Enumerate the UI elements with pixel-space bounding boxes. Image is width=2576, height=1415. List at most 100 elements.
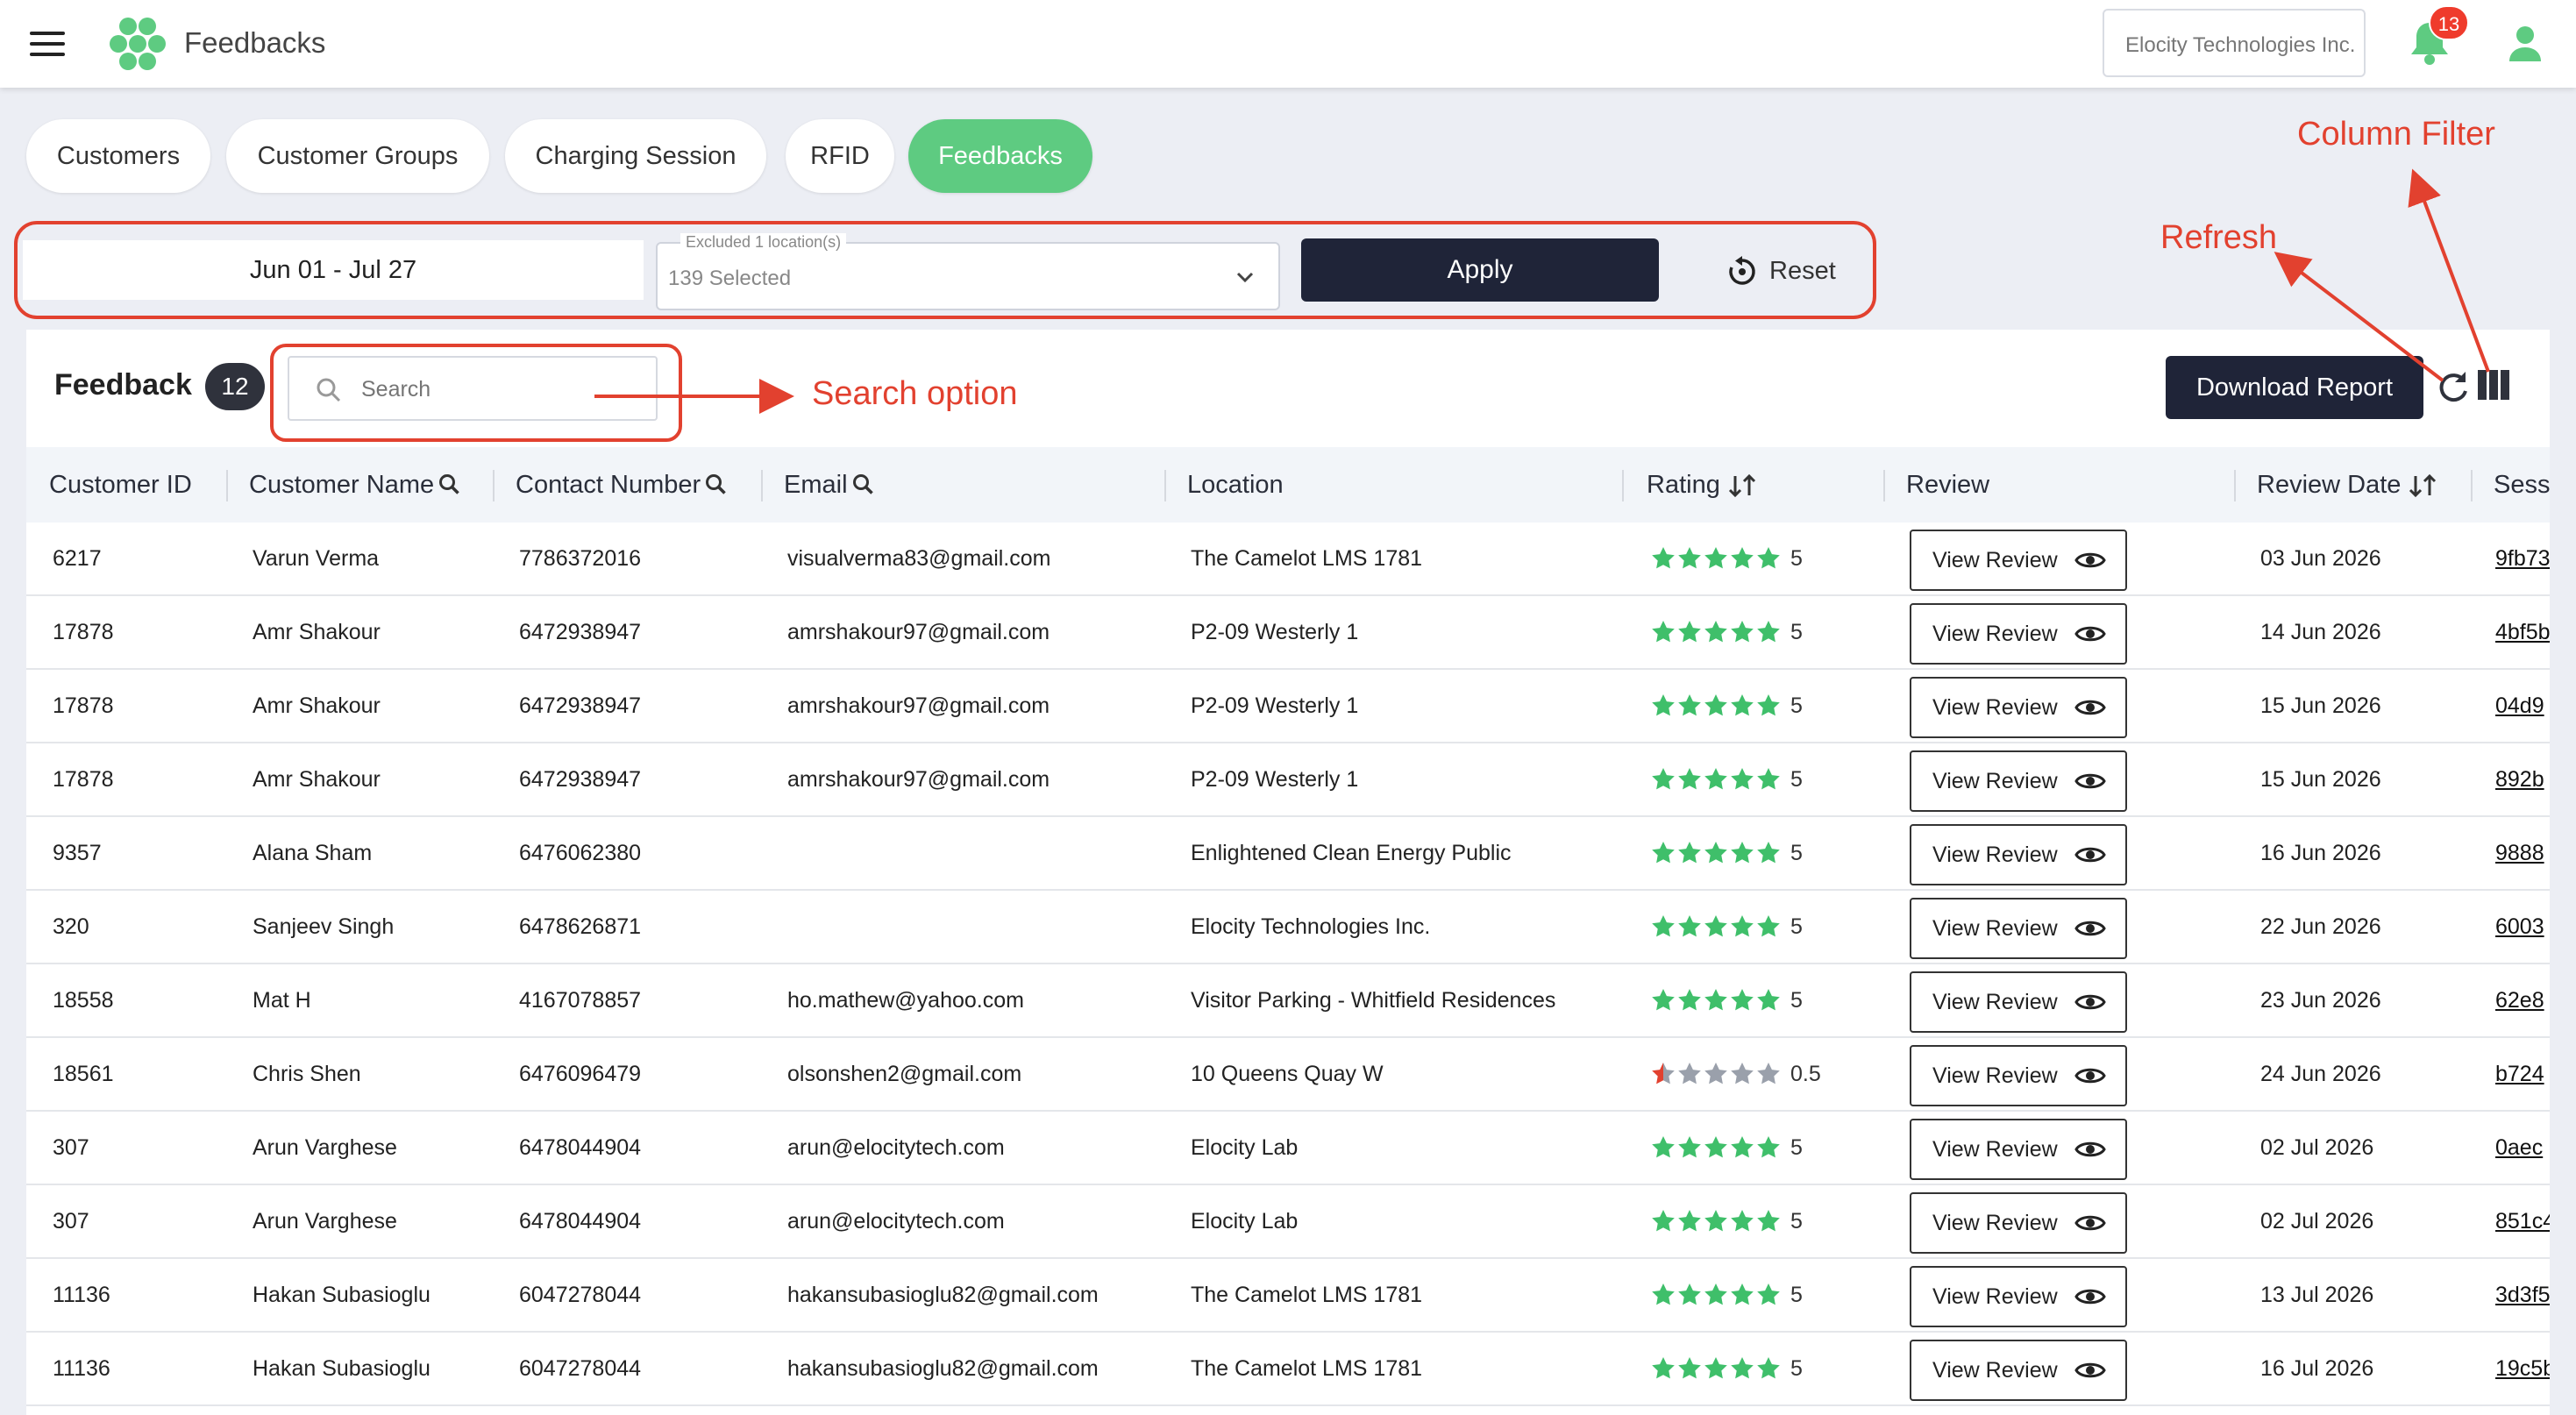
user-icon[interactable]	[2508, 25, 2543, 63]
tab-rfid[interactable]: RFID	[786, 119, 894, 193]
col-review-date[interactable]: Review Date	[2257, 447, 2437, 523]
star-icon	[1757, 989, 1780, 1011]
session-link[interactable]: 0aec	[2495, 1112, 2550, 1184]
search-icon[interactable]	[438, 473, 464, 499]
session-link[interactable]: 3d3f5	[2495, 1259, 2550, 1331]
eye-icon	[2074, 847, 2106, 863]
tab-feedbacks[interactable]: Feedbacks	[908, 119, 1092, 193]
star-icon	[1678, 1210, 1701, 1232]
sort-icon[interactable]	[2408, 473, 2437, 499]
star-icon	[1731, 915, 1754, 937]
cell-email: amrshakour97@gmail.com	[787, 620, 1050, 644]
sort-icon[interactable]	[1727, 473, 1757, 499]
view-review-button[interactable]: View Review	[1910, 1192, 2127, 1254]
download-report-button[interactable]: Download Report	[2166, 356, 2423, 419]
search-input[interactable]	[359, 370, 640, 409]
cell-customer-id: 17878	[53, 767, 114, 792]
tab-charging-session[interactable]: Charging Session	[505, 119, 766, 193]
view-review-button[interactable]: View Review	[1910, 603, 2127, 665]
session-link[interactable]: 9888	[2495, 817, 2550, 889]
rating-value: 5	[1790, 693, 1803, 718]
cell-contact-number: 6478626871	[519, 914, 642, 939]
search-icon[interactable]	[851, 473, 878, 499]
star-icon	[1652, 547, 1675, 569]
menu-icon[interactable]	[30, 32, 65, 56]
col-customer-id[interactable]: Customer ID	[49, 447, 192, 523]
session-link[interactable]: 19c5b	[2495, 1333, 2550, 1404]
view-review-button[interactable]: View Review	[1910, 898, 2127, 959]
star-icon	[1652, 768, 1675, 790]
session-link[interactable]: 04d9	[2495, 670, 2550, 742]
rating-stars	[1652, 768, 1780, 790]
view-review-button[interactable]: View Review	[1910, 1119, 2127, 1180]
cell-customer-id: 18558	[53, 988, 114, 1013]
col-customer-name[interactable]: Customer Name	[249, 447, 464, 523]
star-icon	[1757, 768, 1780, 790]
cell-customer-id: 6217	[53, 546, 102, 571]
cell-review-date: 02 Jul 2026	[2260, 1135, 2374, 1160]
view-review-button[interactable]: View Review	[1910, 971, 2127, 1033]
cell-location: Enlightened Clean Energy Public	[1191, 841, 1512, 865]
cell-contact-number: 6472938947	[519, 620, 642, 644]
star-icon	[1652, 1063, 1675, 1084]
view-review-button[interactable]: View Review	[1910, 1045, 2127, 1106]
feedback-count-badge: 12	[205, 363, 265, 410]
organization-select[interactable]: Elocity Technologies Inc.	[2103, 9, 2366, 77]
col-review[interactable]: Review	[1906, 447, 1989, 523]
view-review-button[interactable]: View Review	[1910, 750, 2127, 812]
cell-customer-id: 307	[53, 1209, 89, 1234]
cell-customer-name: Chris Shen	[253, 1062, 361, 1086]
session-link[interactable]: 9fb73	[2495, 523, 2550, 594]
col-session[interactable]: Sess	[2494, 447, 2550, 523]
cell-email: amrshakour97@gmail.com	[787, 693, 1050, 718]
search-icon[interactable]	[704, 473, 730, 499]
tab-customers[interactable]: Customers	[26, 119, 210, 193]
star-icon	[1731, 1210, 1754, 1232]
col-contact-number-label: Contact Number	[516, 471, 701, 499]
cell-location: P2-09 Westerly 1	[1191, 767, 1359, 792]
rating-value: 5	[1790, 546, 1803, 571]
session-link[interactable]: 4bf5b	[2495, 596, 2550, 668]
eye-icon	[2074, 700, 2106, 715]
view-review-button[interactable]: View Review	[1910, 1266, 2127, 1327]
eye-icon	[2074, 1068, 2106, 1084]
view-review-button[interactable]: View Review	[1910, 530, 2127, 591]
annotation-column-filter: Column Filter	[2297, 116, 2495, 153]
star-icon	[1704, 1357, 1727, 1379]
apply-button[interactable]: Apply	[1301, 238, 1659, 302]
session-link[interactable]: 851c4	[2495, 1185, 2550, 1257]
session-link[interactable]: b724	[2495, 1038, 2550, 1110]
col-rating[interactable]: Rating	[1647, 447, 1757, 523]
cell-location: Elocity Lab	[1191, 1135, 1299, 1160]
cell-review-date: 23 Jun 2026	[2260, 988, 2381, 1013]
reset-button[interactable]: Reset	[1726, 251, 1836, 291]
star-icon	[1731, 621, 1754, 643]
eye-icon	[2074, 1362, 2106, 1378]
session-link[interactable]: 6003	[2495, 891, 2550, 963]
view-review-button[interactable]: View Review	[1910, 824, 2127, 885]
star-icon	[1678, 1357, 1701, 1379]
cell-review-date: 15 Jun 2026	[2260, 767, 2381, 792]
session-link[interactable]: 892b	[2495, 743, 2550, 815]
column-filter-icon[interactable]	[2478, 370, 2509, 400]
date-range-picker[interactable]: Jun 01 - Jul 27	[23, 240, 644, 300]
search-field[interactable]	[288, 356, 658, 421]
annotation-search-option: Search option	[812, 375, 1018, 412]
cell-customer-id: 18561	[53, 1062, 114, 1086]
star-icon	[1704, 1210, 1727, 1232]
view-review-button[interactable]: View Review	[1910, 1340, 2127, 1401]
col-location[interactable]: Location	[1187, 447, 1284, 523]
star-icon	[1704, 842, 1727, 864]
star-icon	[1652, 1136, 1675, 1158]
session-link[interactable]: 62e8	[2495, 964, 2550, 1036]
col-email[interactable]: Email	[784, 447, 878, 523]
rating-value: 5	[1790, 1209, 1803, 1234]
view-review-button[interactable]: View Review	[1910, 677, 2127, 738]
cell-email	[787, 817, 1156, 889]
panel-title: Feedback	[54, 368, 192, 402]
refresh-icon[interactable]	[2436, 368, 2471, 407]
col-contact-number[interactable]: Contact Number	[516, 447, 730, 523]
star-icon	[1652, 842, 1675, 864]
location-select[interactable]: Excluded 1 location(s) 139 Selected	[656, 233, 1280, 310]
tab-customer-groups[interactable]: Customer Groups	[226, 119, 489, 193]
